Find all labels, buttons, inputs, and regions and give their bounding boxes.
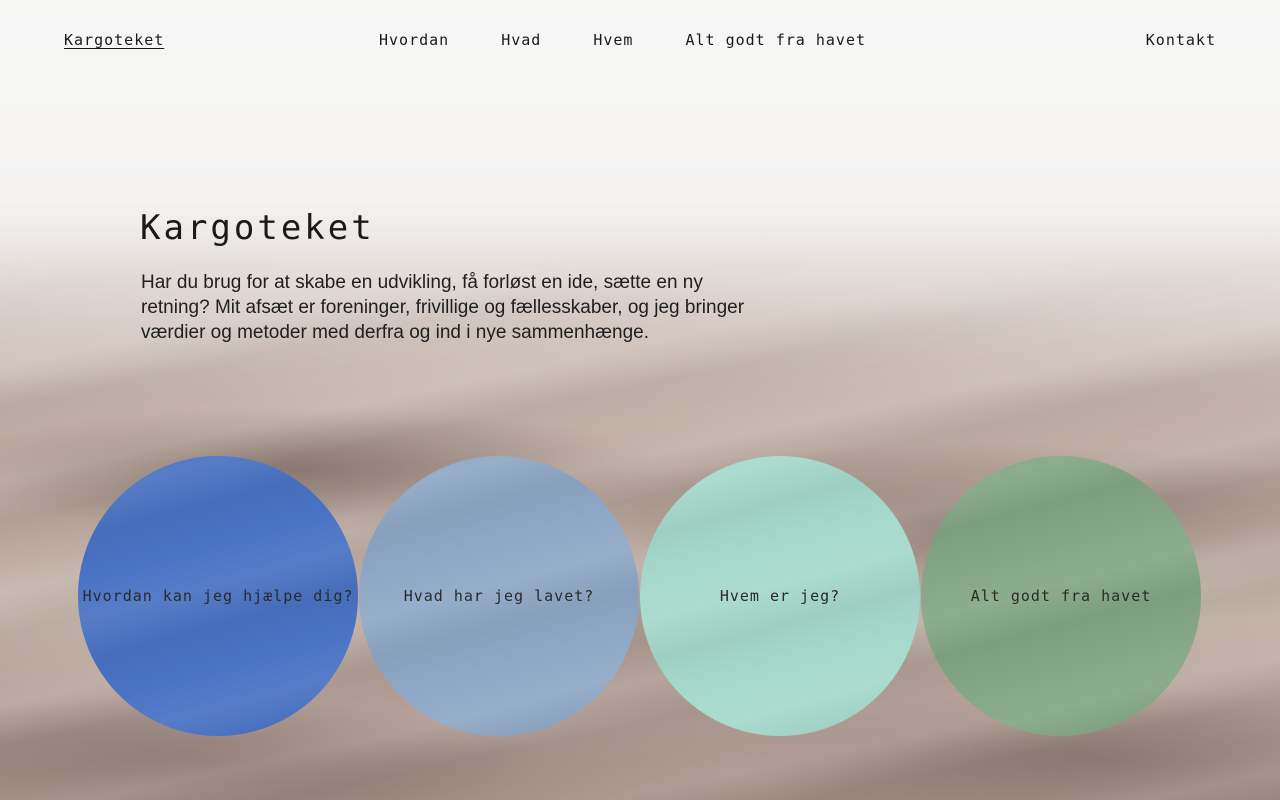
card-alt-godt-fra-havet[interactable]: Alt godt fra havet — [921, 456, 1201, 736]
brand-link[interactable]: Kargoteket — [64, 31, 164, 49]
card-hvem[interactable]: Hvem er jeg? — [640, 456, 920, 736]
card-label: Alt godt fra havet — [970, 587, 1152, 605]
card-label: Hvordan kan jeg hjælpe dig? — [82, 587, 354, 605]
site-header: Kargoteket Hvordan Hvad Hvem Alt godt fr… — [0, 0, 1280, 80]
nav-link-hvad[interactable]: Hvad — [501, 31, 541, 49]
nav-link-hvordan[interactable]: Hvordan — [379, 31, 449, 49]
nav-link-alt-godt-fra-havet[interactable]: Alt godt fra havet — [685, 31, 866, 49]
card-hvordan[interactable]: Hvordan kan jeg hjælpe dig? — [78, 456, 358, 736]
hero-description: Har du brug for at skabe en udvikling, f… — [141, 272, 745, 343]
nav-link-hvem[interactable]: Hvem — [593, 31, 633, 49]
main-nav: Hvordan Hvad Hvem Alt godt fra havet — [379, 31, 866, 49]
section-cards: Hvordan kan jeg hjælpe dig? Hvad har jeg… — [78, 456, 1202, 736]
card-label: Hvem er jeg? — [719, 587, 841, 605]
card-hvad[interactable]: Hvad har jeg lavet? — [359, 456, 639, 736]
card-label: Hvad har jeg lavet? — [403, 587, 595, 605]
page-title: Kargoteket — [140, 208, 375, 248]
contact-link[interactable]: Kontakt — [1146, 31, 1216, 49]
